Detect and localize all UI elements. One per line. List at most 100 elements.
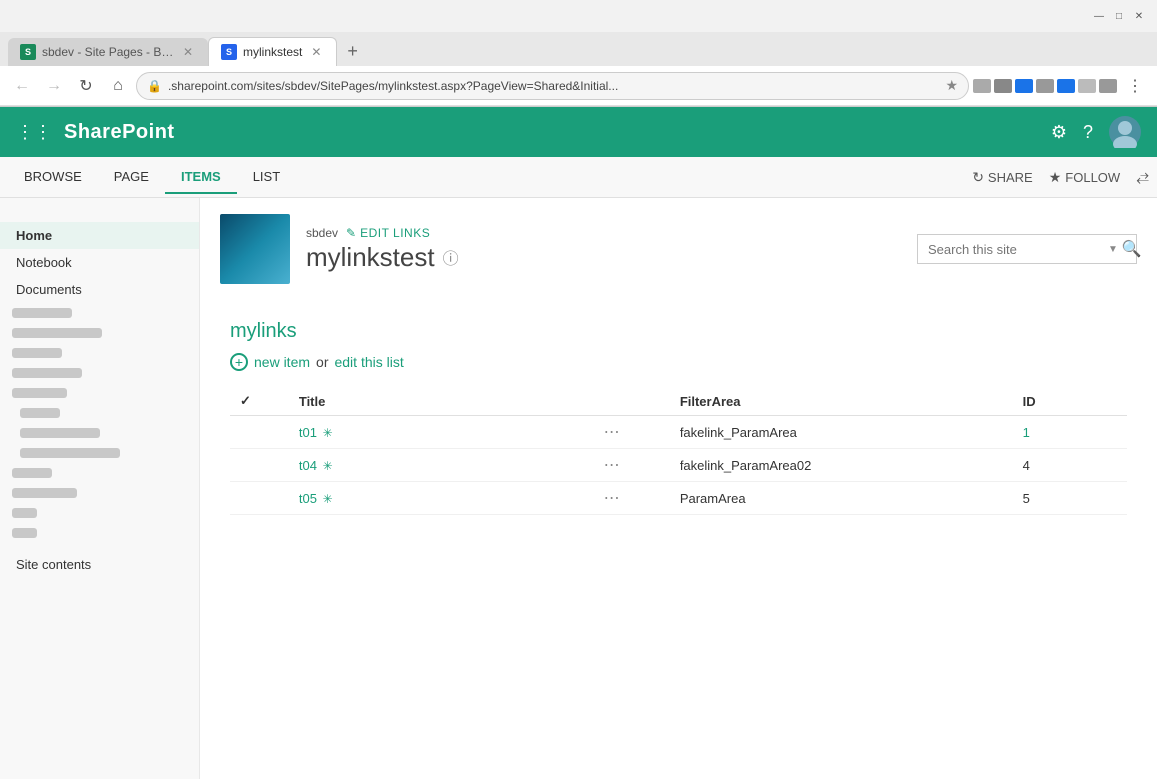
row-id-2: 4 <box>1013 449 1127 482</box>
nav-right-area: ⋮ <box>973 72 1149 100</box>
search-input[interactable] <box>928 242 1104 257</box>
back-button[interactable]: ← <box>8 72 36 100</box>
sidebar-item-home[interactable]: Home <box>0 222 199 249</box>
sp-header-left: ⋮⋮ SharePoint <box>16 121 175 144</box>
edit-list-link[interactable]: edit this list <box>334 354 403 370</box>
focus-icon: ⥄ <box>1136 168 1149 186</box>
tab-1-favicon: S <box>20 44 36 60</box>
tab-list[interactable]: LIST <box>237 161 296 194</box>
extension-icon-1[interactable] <box>973 79 991 93</box>
sidebar-blur-11 <box>0 503 199 523</box>
item-id-link-1[interactable]: 1 <box>1023 425 1030 440</box>
item-title-link-3[interactable]: t05 <box>299 491 317 506</box>
browser-menu-button[interactable]: ⋮ <box>1121 72 1149 100</box>
tab-1-close[interactable]: ✕ <box>180 44 196 60</box>
extension-icon-6[interactable] <box>1078 79 1096 93</box>
item-actions-menu-3[interactable]: ⋯ <box>604 490 622 507</box>
row-check-2 <box>230 449 289 482</box>
window-controls[interactable]: — □ ✕ <box>1093 10 1145 22</box>
address-text: .sharepoint.com/sites/sbdev/SitePages/my… <box>168 79 939 93</box>
home-button[interactable]: ⌂ <box>104 72 132 100</box>
main-layout: Home Notebook Documents <box>0 198 1157 779</box>
edit-links-button[interactable]: ✎ EDIT LINKS <box>346 226 430 240</box>
search-dropdown-icon[interactable]: ▼ <box>1108 244 1118 255</box>
sidebar-item-site-contents[interactable]: Site contents <box>0 551 199 578</box>
tab-2-close[interactable]: ✕ <box>308 44 324 60</box>
extension-icon-3[interactable] <box>1015 79 1033 93</box>
site-info: sbdev ✎ EDIT LINKS mylinkstest ⓘ <box>306 226 901 273</box>
refresh-button[interactable]: ↻ <box>72 72 100 100</box>
row-actions-2: ⋯ <box>594 449 670 482</box>
row-title-3: t05 ✳ <box>289 482 594 515</box>
col-header-check: ✓ <box>230 387 289 416</box>
focus-button[interactable]: ⥄ <box>1136 168 1149 186</box>
item-actions-menu-1[interactable]: ⋯ <box>604 424 622 441</box>
new-item-link[interactable]: new item <box>254 354 310 370</box>
waffle-icon[interactable]: ⋮⋮ <box>16 122 52 143</box>
table-row: t01 ✳ ⋯ fakelink_ParamArea 1 <box>230 416 1127 449</box>
sidebar-blur-1 <box>0 303 199 323</box>
address-bar[interactable]: 🔒 .sharepoint.com/sites/sbdev/SitePages/… <box>136 72 969 100</box>
tab-items[interactable]: ITEMS <box>165 161 237 194</box>
sidebar-item-notebook[interactable]: Notebook <box>0 249 199 276</box>
list-area: mylinks + new item or edit this list ✓ T… <box>200 300 1157 535</box>
tab-bar: S sbdev - Site Pages - By Author ✕ S myl… <box>0 32 1157 66</box>
item-title-link-2[interactable]: t04 <box>299 458 317 473</box>
tab-browse[interactable]: BROWSE <box>8 161 98 194</box>
extension-icon-7[interactable] <box>1099 79 1117 93</box>
nav-bar: ← → ↻ ⌂ 🔒 .sharepoint.com/sites/sbdev/Si… <box>0 66 1157 106</box>
item-title-asterisk-2: ✳ <box>323 459 333 473</box>
col-header-filterarea: FilterArea <box>670 387 1013 416</box>
site-name: mylinkstest ⓘ <box>306 242 901 273</box>
share-button[interactable]: ↻ SHARE <box>972 169 1033 186</box>
follow-button[interactable]: ★ FOLLOW <box>1049 169 1120 186</box>
site-header: sbdev ✎ EDIT LINKS mylinkstest ⓘ ▼ 🔍 <box>200 198 1157 300</box>
item-title-link-1[interactable]: t01 <box>299 425 317 440</box>
ribbon: BROWSE PAGE ITEMS LIST ↻ SHARE ★ FOLLOW … <box>0 157 1157 198</box>
row-filterarea-3: ParamArea <box>670 482 1013 515</box>
row-title-2: t04 ✳ <box>289 449 594 482</box>
tab-2[interactable]: S mylinkstest ✕ <box>208 37 337 66</box>
search-button[interactable]: 🔍 <box>1122 239 1142 259</box>
sidebar: Home Notebook Documents <box>0 198 200 779</box>
sidebar-blur-10 <box>0 483 199 503</box>
sidebar-blur-4 <box>0 363 199 383</box>
close-button[interactable]: ✕ <box>1133 10 1145 22</box>
pencil-icon: ✎ <box>346 226 356 240</box>
item-actions-menu-2[interactable]: ⋯ <box>604 457 622 474</box>
col-header-id: ID <box>1013 387 1127 416</box>
star-icon[interactable]: ★ <box>945 77 958 94</box>
sidebar-item-documents[interactable]: Documents <box>0 276 199 303</box>
avatar[interactable] <box>1109 116 1141 148</box>
star-follow-icon: ★ <box>1049 169 1062 186</box>
site-logo <box>220 214 290 284</box>
maximize-button[interactable]: □ <box>1113 10 1125 22</box>
sidebar-blur-3 <box>0 343 199 363</box>
forward-button[interactable]: → <box>40 72 68 100</box>
tab-2-favicon: S <box>221 44 237 60</box>
info-icon[interactable]: ⓘ <box>443 245 459 269</box>
item-title-asterisk-1: ✳ <box>323 426 333 440</box>
help-icon[interactable]: ? <box>1083 122 1093 143</box>
sp-header: ⋮⋮ SharePoint ⚙ ? <box>0 107 1157 157</box>
search-box-area: ▼ 🔍 <box>917 234 1137 264</box>
tab-1[interactable]: S sbdev - Site Pages - By Author ✕ <box>8 38 208 66</box>
add-new-item-icon[interactable]: + <box>230 353 248 371</box>
title-bar: — □ ✕ <box>0 0 1157 32</box>
sidebar-blur-9 <box>0 463 199 483</box>
ribbon-right: ↻ SHARE ★ FOLLOW ⥄ <box>972 168 1149 186</box>
new-tab-button[interactable]: + <box>337 37 368 66</box>
sidebar-blur-5 <box>0 383 199 403</box>
row-check-3 <box>230 482 289 515</box>
row-filterarea-1: fakelink_ParamArea <box>670 416 1013 449</box>
lock-icon: 🔒 <box>147 79 162 93</box>
search-box: ▼ 🔍 <box>917 234 1137 264</box>
extension-icon-4[interactable] <box>1036 79 1054 93</box>
minimize-button[interactable]: — <box>1093 10 1105 22</box>
extension-icon-5[interactable] <box>1057 79 1075 93</box>
tab-1-label: sbdev - Site Pages - By Author <box>42 45 174 59</box>
tab-page[interactable]: PAGE <box>98 161 165 194</box>
settings-icon[interactable]: ⚙ <box>1051 122 1067 143</box>
extension-icon-2[interactable] <box>994 79 1012 93</box>
row-filterarea-2: fakelink_ParamArea02 <box>670 449 1013 482</box>
